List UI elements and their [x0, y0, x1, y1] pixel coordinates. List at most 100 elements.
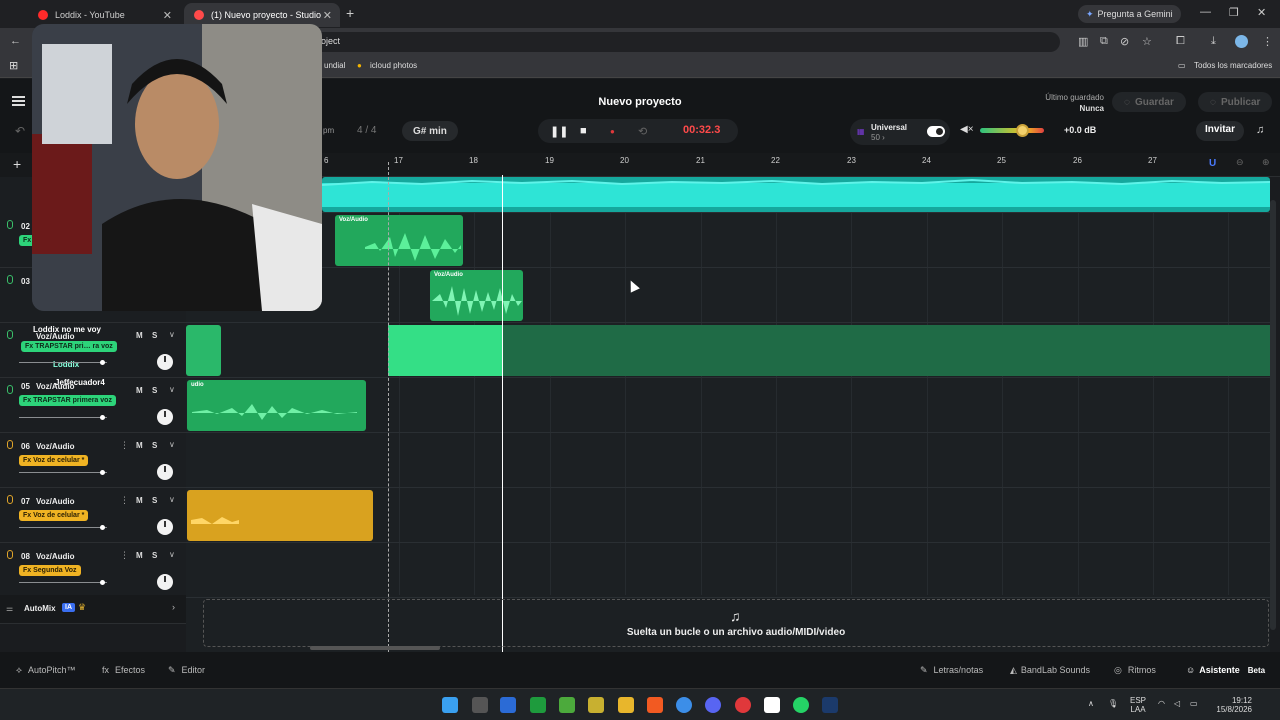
fx-badge[interactable]: Fx Segunda Voz [19, 565, 81, 576]
audio-clip[interactable] [186, 325, 221, 376]
universal-toggle[interactable] [927, 126, 945, 137]
publish-button[interactable]: ◌ Publicar [1198, 92, 1273, 112]
pan-knob[interactable] [157, 464, 173, 480]
mute-button[interactable]: M [136, 331, 143, 340]
assistant-button[interactable]: ☺ Asistente Beta [1186, 661, 1265, 679]
chevron-down-icon[interactable]: ∨ [169, 330, 175, 339]
solo-button[interactable]: S [152, 441, 157, 450]
drop-zone[interactable]: ♫ Suelta un bucle o un archivo audio/MID… [203, 599, 1269, 647]
loop-button[interactable]: ⟲ [638, 125, 647, 138]
pause-button[interactable]: ❚❚ [550, 125, 568, 138]
bandlab-icon[interactable] [735, 697, 751, 713]
track-header[interactable]: 07 Voz/Audio ⋮ M S ∨ Fx Voz de celular * [0, 488, 186, 543]
time-signature[interactable]: 4 / 4 [357, 125, 376, 136]
file-explorer-icon[interactable] [618, 697, 634, 713]
bookmark-item[interactable]: icloud photos [370, 61, 417, 70]
task-view-icon[interactable] [472, 697, 488, 713]
new-tab-button[interactable]: + [346, 5, 354, 21]
undo-icon[interactable]: ↶ [15, 124, 25, 138]
add-track-button[interactable]: + [13, 156, 21, 172]
speaker-mute-icon[interactable]: ◀× [960, 124, 974, 135]
all-bookmarks[interactable]: Todos los marcadores [1194, 61, 1272, 70]
game-icon[interactable] [588, 697, 604, 713]
maximize-icon[interactable]: ❐ [1229, 6, 1239, 19]
fx-badge[interactable]: Fx TRAPSTAR primera voz [19, 395, 116, 406]
more-options-icon[interactable]: ⋮ [120, 550, 129, 561]
hamburger-menu-icon[interactable] [12, 96, 25, 106]
gemini-button[interactable]: ✦ Pregunta a Gemini [1078, 5, 1181, 23]
record-button[interactable]: ● [610, 127, 615, 136]
audio-clip[interactable]: udio [187, 380, 366, 431]
invite-button[interactable]: Invitar [1196, 121, 1245, 141]
rhythms-button[interactable]: ◎ Ritmos [1114, 661, 1156, 679]
effects-button[interactable]: fx Efectos [102, 661, 145, 679]
menu-icon[interactable]: ⋮ [1262, 35, 1273, 48]
magnet-snap-icon[interactable]: U [1209, 158, 1216, 169]
star-icon[interactable]: ☆ [1142, 35, 1152, 48]
master-volume-slider[interactable] [980, 128, 1044, 133]
key-selector[interactable]: G# min [402, 121, 458, 141]
solo-button[interactable]: S [152, 386, 157, 395]
fx-badge[interactable]: Fx Voz de celular * [19, 510, 89, 521]
apps-grid-icon[interactable]: ⊞ [9, 59, 18, 72]
eye-off-icon[interactable]: ⊘ [1120, 35, 1129, 48]
timeline-ruler[interactable]: 6 17 18 19 20 21 22 23 24 25 26 27 U ⊖ ⊕ [186, 153, 1280, 177]
discord-icon[interactable] [705, 697, 721, 713]
volume-slider[interactable] [19, 415, 107, 420]
solo-button[interactable]: S [152, 551, 157, 560]
capcut-icon[interactable] [764, 697, 780, 713]
xbox-icon[interactable] [530, 697, 546, 713]
track-header[interactable]: 06 Voz/Audio ⋮ M S ∨ Fx Voz de celular * [0, 433, 186, 488]
windows-start-icon[interactable] [442, 697, 458, 713]
brave-icon[interactable] [647, 697, 663, 713]
automix-row[interactable]: ⚌ AutoMix IA ♛ › [0, 595, 186, 624]
volume-slider[interactable] [19, 525, 107, 530]
solo-button[interactable]: S [152, 331, 157, 340]
store-icon[interactable] [500, 697, 516, 713]
mute-button[interactable]: M [136, 551, 143, 560]
stop-button[interactable]: ■ [580, 125, 587, 137]
battery-icon[interactable]: ▭ [1190, 699, 1198, 708]
mute-button[interactable]: M [136, 441, 143, 450]
zoom-out-icon[interactable]: ⊖ [1236, 157, 1244, 168]
chevron-down-icon[interactable]: ∨ [169, 495, 175, 504]
minimize-icon[interactable]: — [1200, 6, 1211, 18]
wifi-icon[interactable]: ◠ [1158, 699, 1165, 708]
audio-clip[interactable]: Voz/Audio [430, 270, 523, 321]
universal-control[interactable]: ▦ Universal 50 › [850, 119, 950, 145]
steam-icon[interactable] [822, 697, 838, 713]
pan-knob[interactable] [157, 574, 173, 590]
download-icon[interactable]: ⤓ [1211, 35, 1216, 48]
bpm-label[interactable]: pm [323, 126, 334, 135]
audio-clip[interactable] [187, 490, 373, 541]
recording-clip[interactable] [388, 325, 502, 376]
master-volume-knob[interactable] [1016, 124, 1029, 137]
timeline-area[interactable]: Voz/Audio Voz/Audio udio [186, 177, 1270, 652]
fx-badge[interactable]: Fx Voz de celular * [19, 455, 89, 466]
close-icon[interactable]: ✕ [163, 9, 172, 22]
mute-button[interactable]: M [136, 386, 143, 395]
pan-knob[interactable] [157, 409, 173, 425]
chevron-down-icon[interactable]: ∨ [169, 550, 175, 559]
editor-button[interactable]: ✎ Editor [168, 661, 205, 679]
playhead[interactable] [502, 175, 503, 652]
minecraft-icon[interactable] [559, 697, 575, 713]
bandlab-sounds-button[interactable]: ◭ BandLab Sounds [1010, 661, 1090, 679]
chevron-down-icon[interactable]: ∨ [169, 385, 175, 394]
reader-icon[interactable]: ▥ [1078, 35, 1088, 48]
mic-tray-icon[interactable]: 🎙 [1108, 699, 1118, 708]
lyrics-button[interactable]: ✎ Letras/notas [920, 661, 983, 679]
url-input[interactable]: roject [300, 32, 1060, 52]
chevron-down-icon[interactable]: ∨ [169, 440, 175, 449]
bell-icon[interactable]: ♫ [1256, 124, 1264, 136]
project-title[interactable]: Nuevo proyecto [560, 96, 720, 108]
bookmark-item[interactable]: undial [324, 61, 345, 70]
more-options-icon[interactable]: ⋮ [120, 440, 129, 451]
mute-button[interactable]: M [136, 496, 143, 505]
fx-badge[interactable]: Fx TRAPSTAR pri… ra voz [21, 341, 117, 352]
cast-icon[interactable]: ⧉ [1100, 35, 1108, 48]
solo-button[interactable]: S [152, 496, 157, 505]
close-icon[interactable]: ✕ [323, 9, 332, 22]
back-icon[interactable]: ← [10, 35, 21, 47]
more-options-icon[interactable]: ⋮ [120, 495, 129, 506]
